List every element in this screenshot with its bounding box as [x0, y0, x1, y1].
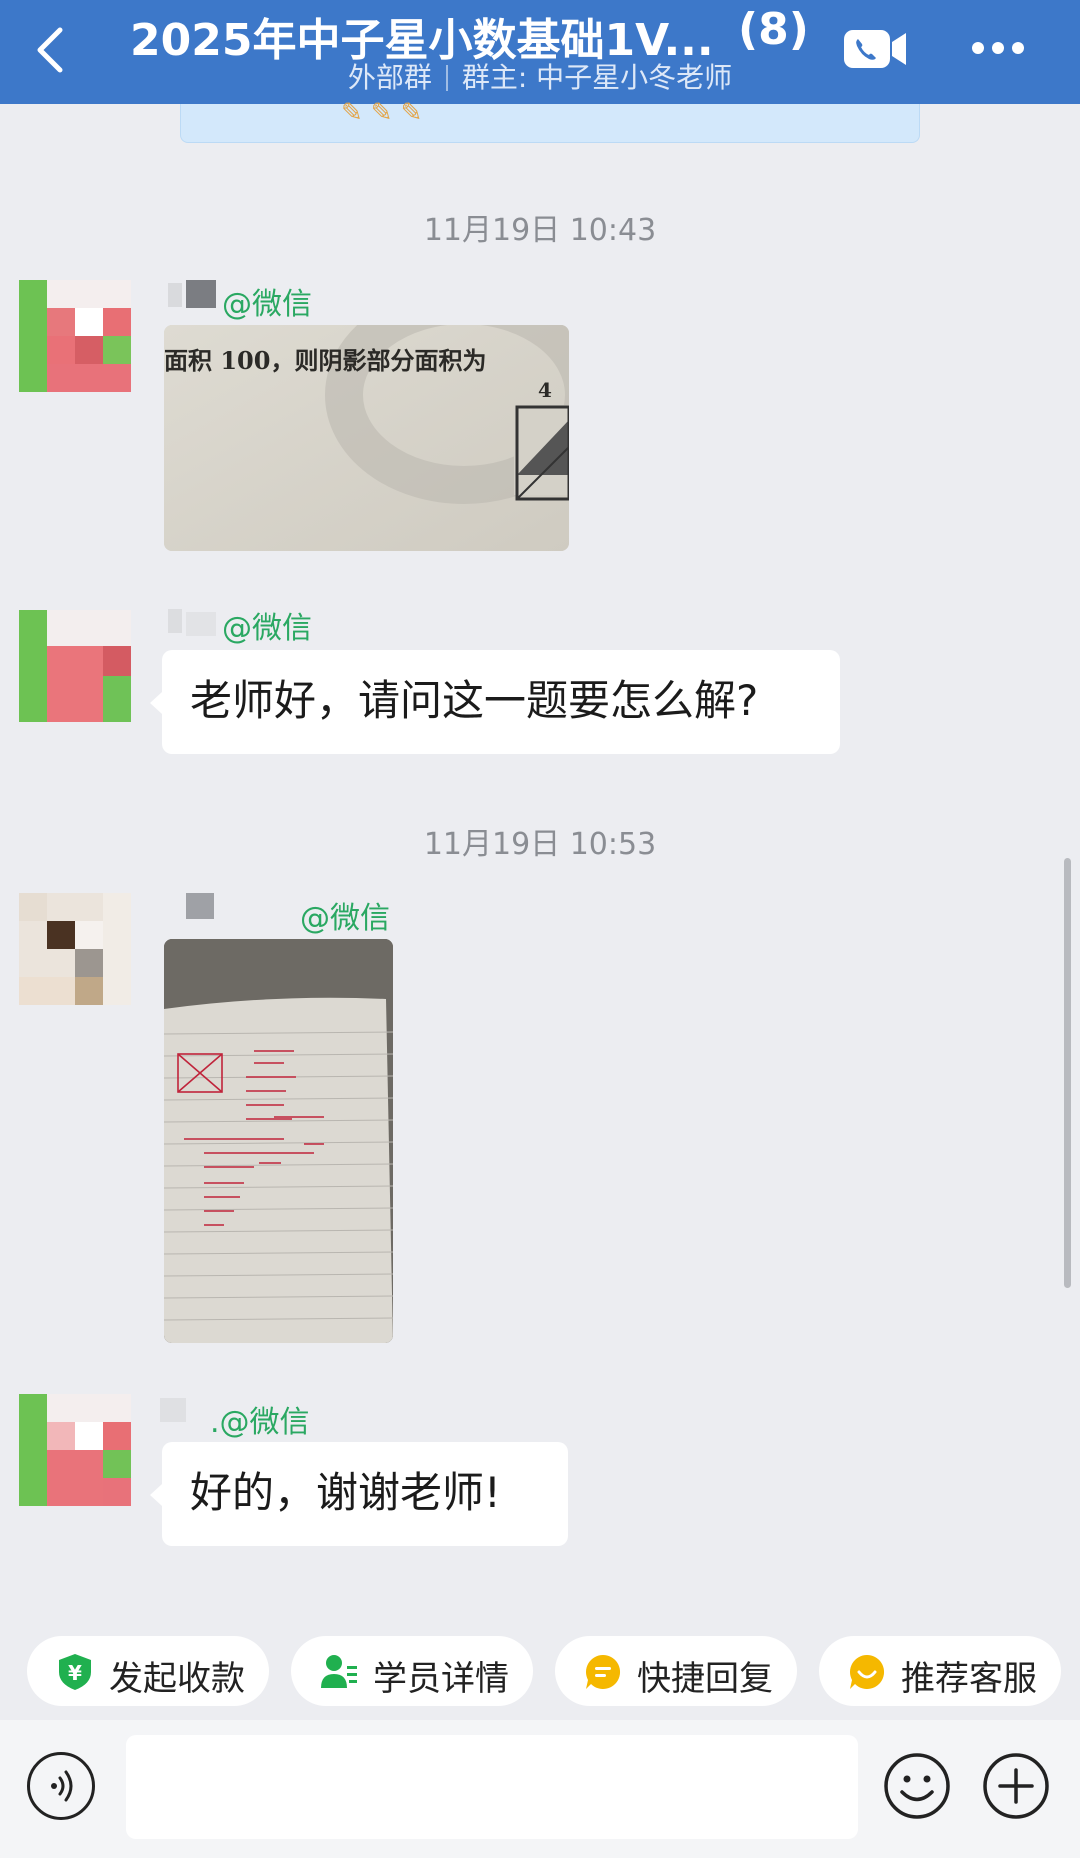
message-input[interactable] — [126, 1735, 858, 1839]
solution-photo[interactable] — [164, 939, 393, 1343]
message-text: 老师好，请问这一题要怎么解? — [190, 676, 759, 725]
avatar[interactable] — [19, 1394, 131, 1506]
timestamp: 11月19日 10:43 — [423, 213, 657, 248]
subtitle-divider — [445, 65, 448, 91]
voice-input-icon[interactable] — [27, 1752, 95, 1820]
avatar[interactable] — [19, 893, 131, 1005]
group-owner-label: 群主: 中子星小冬老师 — [461, 61, 733, 94]
quick-action-label: 学员详情 — [373, 1659, 509, 1699]
masked-name-block — [160, 1398, 186, 1422]
quick-action-bar: ¥ 发起收款 学员详情 快捷回复 推荐客服 — [0, 1612, 1080, 1708]
photo-number: 4 — [538, 378, 552, 402]
message-bubble[interactable]: 老师好，请问这一题要怎么解? — [150, 650, 840, 754]
photo-caption: 面积 100，则阴影部分面积为 — [164, 346, 486, 375]
masked-name-block — [186, 612, 216, 636]
emoji-icon[interactable] — [883, 1752, 951, 1820]
masked-name-block — [186, 893, 214, 919]
message-text: 好的，谢谢老师! — [190, 1468, 501, 1517]
masked-name-block — [186, 280, 216, 308]
solution-photo-art — [164, 939, 393, 1343]
video-call-icon[interactable] — [844, 28, 908, 70]
voice-wave-icon — [51, 1770, 73, 1802]
sender-name: .@微信 — [210, 1405, 310, 1440]
avatar[interactable] — [19, 280, 131, 392]
quick-reply-icon — [586, 1655, 621, 1689]
message-bubble[interactable]: 好的，谢谢老师! — [150, 1442, 568, 1546]
recommend-service-icon — [850, 1655, 885, 1689]
masked-name-block — [168, 283, 182, 307]
timestamp: 11月19日 10:53 — [423, 827, 657, 862]
masked-name-block — [168, 609, 182, 633]
student-profile-icon — [321, 1655, 357, 1688]
payment-shield-icon: ¥ — [59, 1654, 91, 1690]
group-type-label: 外部群 — [347, 61, 432, 94]
sender-name: @微信 — [222, 611, 312, 646]
chat-header: 2025年中子星小数基础1V... (8) 外部群 群主: 中子星小冬老师 — [0, 0, 1080, 104]
initiate-payment-button[interactable]: ¥ 发起收款 — [27, 1636, 269, 1706]
svg-text:¥: ¥ — [68, 1661, 82, 1685]
pencil-doodle-icon: ✎✎✎ — [341, 98, 431, 128]
avatar[interactable] — [19, 610, 131, 722]
question-photo[interactable]: 面积 100，则阴影部分面积为 4 — [164, 325, 569, 551]
quick-action-label: 发起收款 — [109, 1659, 245, 1699]
more-options-icon[interactable] — [970, 38, 1026, 58]
student-details-button[interactable]: 学员详情 — [291, 1636, 533, 1706]
recommend-service-button[interactable]: 推荐客服 — [819, 1636, 1061, 1706]
input-bar — [0, 1720, 1080, 1858]
previous-message-card[interactable]: ✎✎✎ — [180, 98, 920, 143]
group-subtitle: 外部群 群主: 中子星小冬老师 — [0, 56, 1080, 96]
add-more-icon[interactable] — [982, 1752, 1050, 1820]
member-count: (8) — [738, 4, 809, 55]
sender-name: @微信 — [222, 287, 312, 322]
scrollbar[interactable] — [1064, 858, 1071, 1288]
quick-action-label: 推荐客服 — [901, 1659, 1037, 1699]
quick-reply-button[interactable]: 快捷回复 — [555, 1636, 797, 1706]
question-photo-art: 面积 100，则阴影部分面积为 4 — [164, 325, 569, 551]
quick-action-label: 快捷回复 — [637, 1659, 773, 1699]
sender-name: @微信 — [300, 901, 390, 936]
